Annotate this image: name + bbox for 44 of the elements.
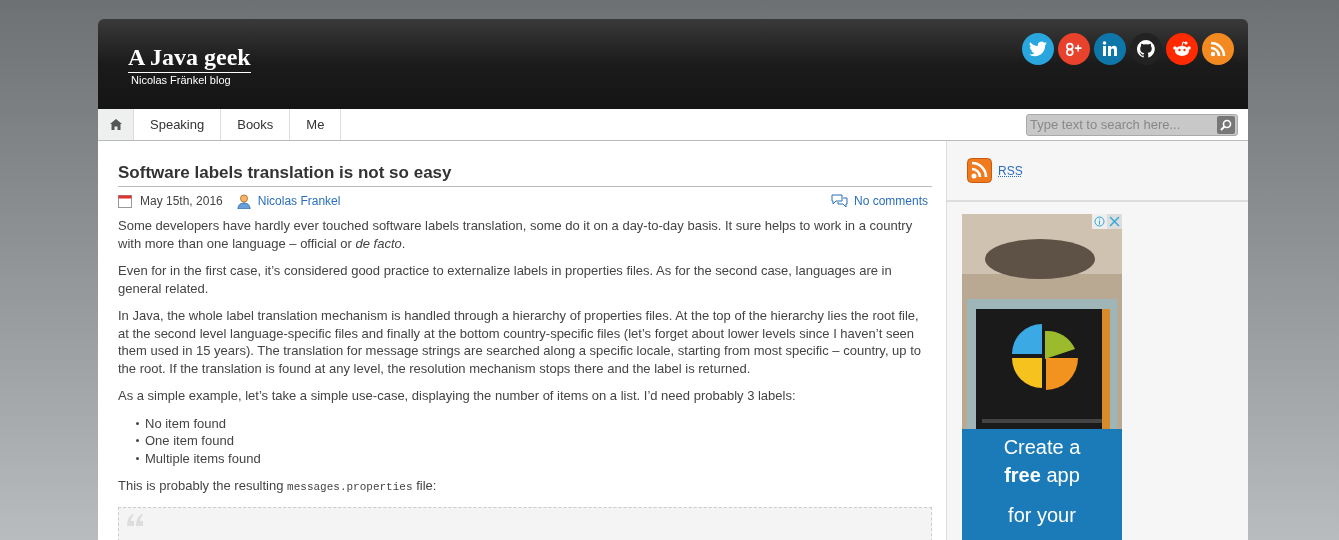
nav-tab[interactable]: Speaking [134,109,222,140]
social-link[interactable] [1166,33,1198,65]
bird-icon [1029,41,1047,57]
rss-link[interactable]: RSS [998,161,1023,180]
search-icon [1220,118,1232,131]
alien-icon [1172,41,1192,57]
rss-icon [967,158,992,183]
social-link[interactable] [1022,33,1054,65]
post-paragraph: Some developers have hardly ever touched software labels translation, some do it on a day-to-day basis. It sure helps to work in a country with more than one language – official or de facto. [118,217,914,252]
list-item: One item found [145,432,234,450]
social-link[interactable] [1094,33,1126,65]
list-item: Multiple items found [145,449,261,467]
nav-tab[interactable]: Me [290,109,342,140]
home-icon [109,119,122,130]
speech-bubbles-icon [830,194,848,208]
ad-text: for your [1008,503,1076,528]
comments-link[interactable]: No comments [853,193,928,209]
home-tab[interactable] [98,109,134,140]
author-link[interactable]: Nicolas Frankel [257,193,341,209]
rss-icon [1210,41,1226,57]
ad-text: Create a [1003,435,1081,460]
post-title[interactable]: Software labels translation is not so easy [118,161,932,187]
g-plus-icon [1064,41,1084,57]
person-icon [236,193,251,209]
bullet-icon [136,421,139,425]
post-paragraph: Even for in the first case, it’s considered good practice to externalize labels in properties files. As for the second case, languages are in general related. [118,262,893,297]
ad-text: free app [1004,463,1080,488]
bullet-icon [136,456,139,460]
calendar-icon [118,194,132,208]
bullet-icon [136,439,139,443]
post-paragraph: In Java, the whole label translation mechanism is handled through a hierarchy of properties files. At the top of the hierarchy lies the root file, at the second level language-specific files and finally at the bottom country-specific files (let’s forget about lower levels since I haven’t seen them used in 15 years). The translation for message strings are searched along a specific locale, starting from most specific – country, up to the root. If the translation is found at any level, the resolution mechanism stops there and the label is returned. [118,307,923,377]
search-field[interactable]: Type text to search here... [1026,113,1238,136]
post-paragraph: As a simple example, let’s take a simple use-case, displaying the number of items on a list. I’d need probably 3 labels: [118,387,797,405]
social-link[interactable] [1058,33,1090,65]
post-date: May 15th, 2016 [140,193,223,209]
social-link[interactable] [1202,33,1234,65]
blog-subtitle: Nicolas Fränkel blog [130,73,232,87]
linkedin-icon [1102,41,1118,57]
post-paragraph: This is probably the resulting messages.properties file: [118,477,438,495]
nav-tab[interactable]: Books [221,109,291,140]
cat-icon [1137,40,1155,58]
blog-title[interactable]: A Java geek [128,43,251,73]
list-item: No item found [145,414,226,432]
search-button[interactable] [1217,115,1235,134]
